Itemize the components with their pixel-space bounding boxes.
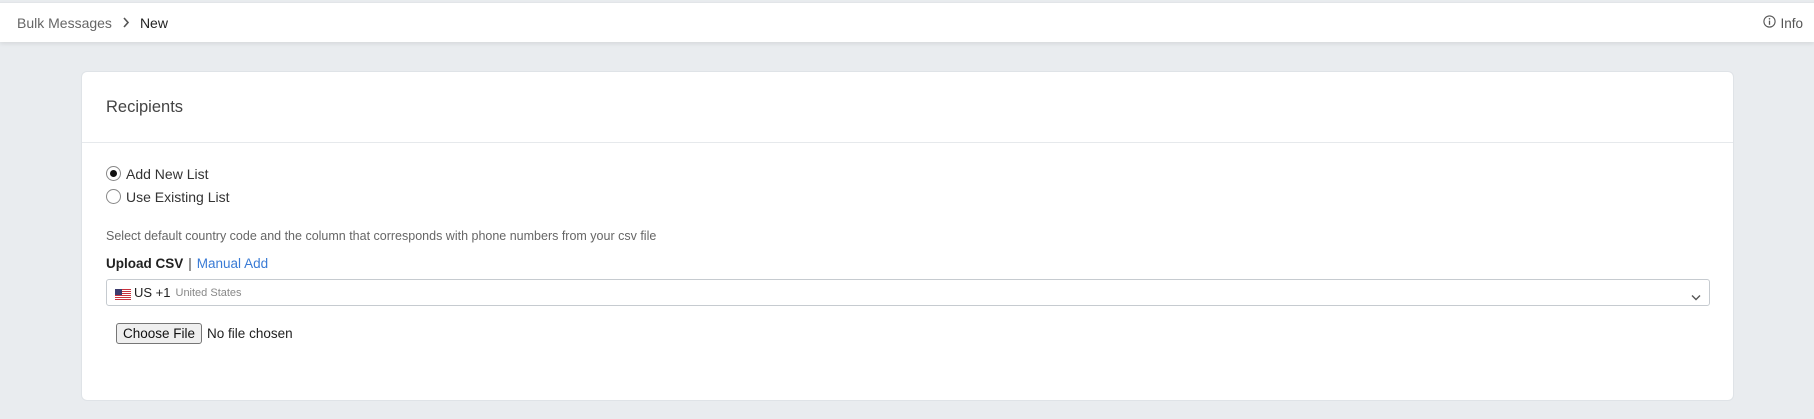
card-body: Add New List Use Existing List Select de… xyxy=(82,143,1733,344)
recipients-card: Recipients Add New List Use Existing Lis… xyxy=(81,71,1734,401)
option-label: Add New List xyxy=(126,165,209,182)
option-add-new-list[interactable]: Add New List xyxy=(106,162,1709,185)
card-header: Recipients xyxy=(82,72,1733,143)
mode-separator: | xyxy=(188,256,192,271)
upload-csv-tab[interactable]: Upload CSV xyxy=(106,256,183,271)
radio-add-new-list[interactable] xyxy=(106,166,121,181)
country-code: US +1 xyxy=(134,285,171,300)
option-label: Use Existing List xyxy=(126,188,230,205)
file-status: No file chosen xyxy=(207,326,293,341)
input-mode-switch: Upload CSV | Manual Add xyxy=(106,256,1709,271)
country-name: United States xyxy=(175,286,242,299)
radio-use-existing-list[interactable] xyxy=(106,189,121,204)
option-use-existing-list[interactable]: Use Existing List xyxy=(106,185,1709,208)
breadcrumb-current: New xyxy=(139,14,168,31)
country-code-select[interactable]: US +1 United States xyxy=(106,279,1710,306)
chevron-right-icon xyxy=(122,17,130,28)
top-bar: Bulk Messages New Info xyxy=(0,2,1814,42)
file-input: Choose File No file chosen xyxy=(106,323,1709,344)
breadcrumb: Bulk Messages New xyxy=(0,15,168,31)
country-hint: Select default country code and the colu… xyxy=(106,229,657,243)
choose-file-button[interactable]: Choose File xyxy=(116,323,203,344)
info-icon xyxy=(1763,15,1777,31)
us-flag-icon xyxy=(115,287,131,300)
info-label: Info xyxy=(1780,15,1803,31)
card-title: Recipients xyxy=(106,97,184,116)
breadcrumb-bulk-messages[interactable]: Bulk Messages xyxy=(17,15,112,31)
chevron-down-icon xyxy=(1691,288,1701,306)
info-button[interactable]: Info xyxy=(1763,3,1803,43)
manual-add-link[interactable]: Manual Add xyxy=(197,256,268,271)
